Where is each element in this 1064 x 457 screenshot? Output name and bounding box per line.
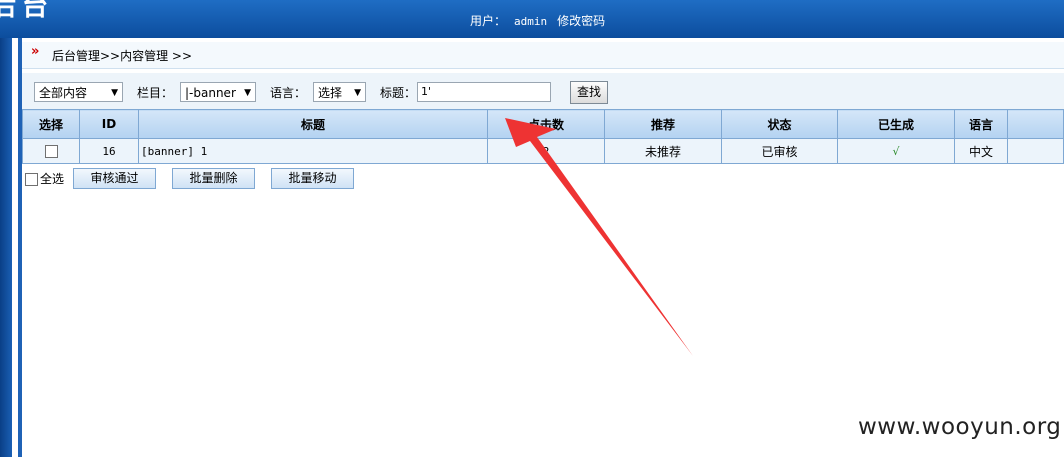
row-hits: 2	[487, 138, 605, 164]
double-chevron-icon: »	[31, 44, 40, 59]
username: admin	[514, 15, 548, 28]
chevron-down-icon: ▼	[354, 88, 361, 98]
title-search-input[interactable]: 1'	[417, 82, 551, 102]
header-extra	[1007, 109, 1064, 139]
checkbox-icon	[25, 173, 38, 186]
row-generated: √	[837, 138, 955, 164]
column-value: |-banner	[185, 86, 236, 100]
user-info: 用户： admin 修改密码	[470, 12, 605, 29]
content-type-select[interactable]: 全部内容 ▼	[34, 82, 123, 102]
breadcrumb-text: 后台管理>>内容管理 >>	[52, 49, 193, 63]
header-language: 语言	[954, 109, 1008, 139]
header-hits: 点击数	[487, 109, 605, 139]
language-value: 选择	[318, 86, 343, 100]
user-label: 用户：	[470, 14, 507, 28]
row-id: 16	[79, 138, 139, 164]
table-row: 16 [banner] 1 2 未推荐 已审核 √ 中文	[22, 138, 1064, 164]
header-generated: 已生成	[837, 109, 955, 139]
filter-bar: 全部内容 ▼ 栏目： |-banner ▼ 语言： 选择 ▼ 标题： 1' 查找	[22, 73, 1064, 109]
header-status: 状态	[721, 109, 838, 139]
row-status[interactable]: 已审核	[721, 138, 838, 164]
bulk-actions: 全选 审核通过 批量删除 批量移动	[22, 168, 1064, 190]
app-title: 后台	[0, 0, 55, 22]
batch-delete-button[interactable]: 批量删除	[172, 168, 255, 189]
search-button[interactable]: 查找	[570, 81, 608, 104]
content-type-value: 全部内容	[39, 86, 88, 100]
title-label: 标题：	[380, 86, 417, 100]
language-label: 语言：	[270, 86, 307, 100]
row-title-link[interactable]: [banner] 1	[138, 138, 488, 164]
header-recommend: 推荐	[604, 109, 722, 139]
chevron-down-icon: ▼	[244, 88, 251, 98]
header-select: 选择	[22, 109, 80, 139]
breadcrumb: » 后台管理>>内容管理 >>	[22, 42, 1064, 69]
row-language: 中文	[954, 138, 1008, 164]
header-id: ID	[79, 109, 139, 139]
approve-button[interactable]: 审核通过	[73, 168, 156, 189]
row-checkbox[interactable]	[44, 145, 58, 158]
chevron-down-icon: ▼	[111, 88, 118, 98]
language-select[interactable]: 选择 ▼	[313, 82, 366, 102]
watermark-text: www.wooyun.org	[858, 414, 1062, 440]
table-header-row: 选择 ID 标题 点击数 推荐 状态 已生成 语言	[22, 109, 1064, 139]
column-label: 栏目：	[137, 86, 174, 100]
header-title: 标题	[138, 109, 488, 139]
select-all-label: 全选	[40, 172, 65, 186]
column-select[interactable]: |-banner ▼	[180, 82, 256, 102]
main-content: » 后台管理>>内容管理 >> 全部内容 ▼ 栏目： |-banner ▼ 语言…	[22, 42, 1064, 457]
batch-move-button[interactable]: 批量移动	[271, 168, 354, 189]
select-all-checkbox[interactable]: 全选	[25, 170, 64, 187]
check-icon: √	[892, 145, 900, 158]
content-table: 选择 ID 标题 点击数 推荐 状态 已生成 语言 16 [banner] 1 …	[22, 109, 1064, 164]
row-select-cell	[22, 138, 80, 164]
top-header: 后台 用户： admin 修改密码	[0, 0, 1064, 38]
left-frame-edge	[0, 38, 12, 457]
change-password-link[interactable]: 修改密码	[557, 14, 605, 28]
row-recommend[interactable]: 未推荐	[604, 138, 722, 164]
row-extra	[1007, 138, 1064, 164]
